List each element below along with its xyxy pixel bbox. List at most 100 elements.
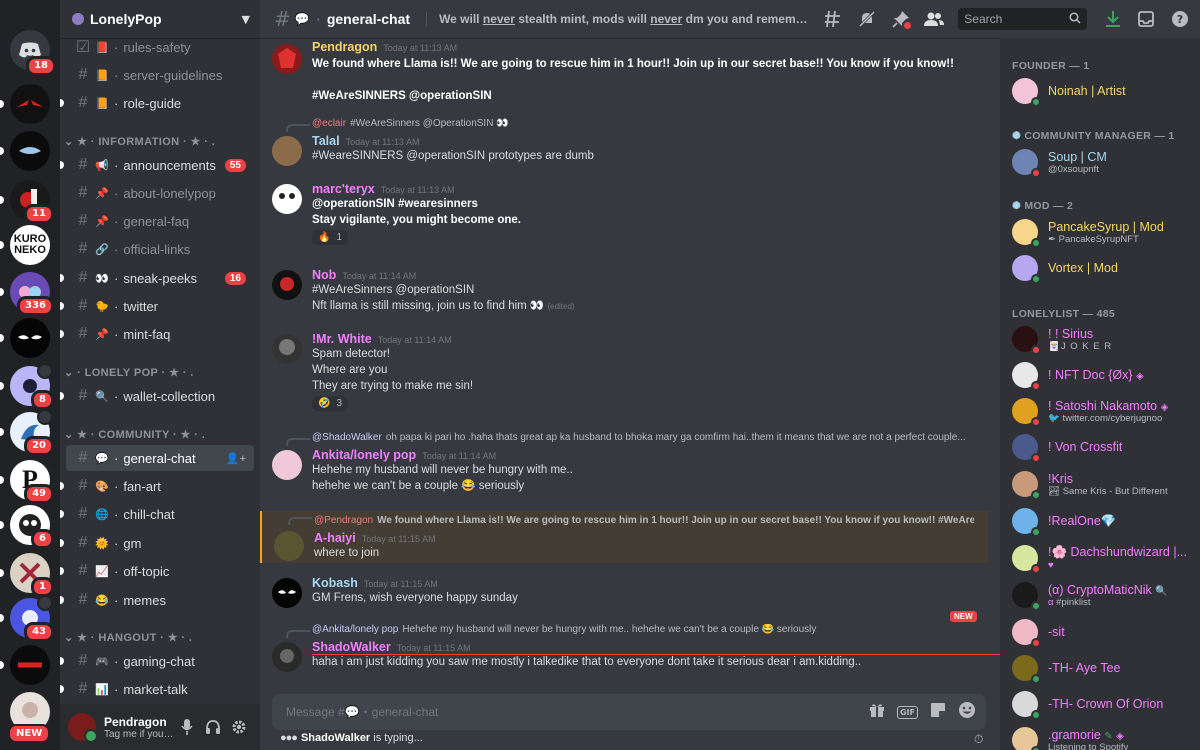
server-icon[interactable]: 43 bbox=[0, 595, 54, 642]
channel-about-lonelypop[interactable]: # 📌 · about-lonelypop bbox=[66, 180, 254, 206]
avatar[interactable] bbox=[274, 531, 304, 561]
avatar[interactable] bbox=[68, 713, 98, 743]
gift-icon[interactable] bbox=[869, 702, 885, 722]
channel-role-guide[interactable]: # 📙 · role-guide bbox=[60, 90, 254, 116]
member-item[interactable]: .gramorie ✎ ◈ Listening to Spotify bbox=[1012, 722, 1192, 750]
server-icon[interactable]: 6 bbox=[0, 505, 54, 549]
search-input[interactable]: Search bbox=[958, 8, 1087, 30]
channel-twitter[interactable]: # 🐤 · twitter bbox=[60, 293, 254, 319]
member-item[interactable]: ! NFT Doc {Øx} ◈ bbox=[1012, 357, 1192, 393]
channel-mint-faq[interactable]: # 📌 · mint-faq bbox=[60, 321, 254, 347]
reply-preview[interactable]: @Ankita/lonely pop Hehehe my husband will… bbox=[312, 624, 972, 635]
member-item[interactable]: Noinah | Artist bbox=[1012, 73, 1192, 109]
member-item[interactable]: ! Von Crossfit bbox=[1012, 429, 1192, 465]
guild-header[interactable]: LonelyPop ▼ bbox=[60, 0, 260, 38]
channel-market-talk[interactable]: # 📊 · market-talk bbox=[60, 676, 254, 702]
channel-gm[interactable]: # 🌞 · gm bbox=[60, 530, 254, 556]
avatar[interactable] bbox=[272, 184, 302, 214]
message-author[interactable]: Nob bbox=[312, 268, 336, 282]
message[interactable]: @Ankita/lonely pop Hehehe my husband will… bbox=[260, 624, 988, 680]
channel-fan-art[interactable]: # 🎨 · fan-art bbox=[60, 473, 254, 499]
avatar[interactable] bbox=[272, 334, 302, 364]
category-lonely-pop[interactable]: ⌄ · LONELY POP · ★ · . bbox=[64, 366, 194, 379]
message[interactable]: @ShadoWalker oh papa ki pari ho .haha tha… bbox=[260, 432, 988, 500]
inbox-icon[interactable] bbox=[1135, 7, 1159, 31]
channel-official-links[interactable]: # 🔗 · official-links bbox=[66, 236, 254, 262]
channel-general-chat[interactable]: # 💬 · general-chat 👤+ bbox=[66, 445, 254, 471]
channel-gaming-chat[interactable]: # 🎮 · gaming-chat bbox=[60, 648, 254, 674]
reaction-button[interactable]: 🔥 1 bbox=[312, 230, 349, 245]
server-icon[interactable] bbox=[0, 84, 50, 124]
reply-preview[interactable]: @Pendragon We found where Llama is!! We a… bbox=[314, 515, 974, 526]
server-icon[interactable]: 8 bbox=[0, 363, 54, 410]
message[interactable]: marc'teryx Today at 11:13 AM @operationSI… bbox=[260, 182, 988, 254]
member-item[interactable]: (α) CryptoMaticNik 🔍 α #pinklist bbox=[1012, 577, 1192, 613]
gear-icon[interactable] bbox=[226, 714, 252, 740]
server-icon[interactable]: 11 bbox=[0, 180, 54, 224]
avatar[interactable] bbox=[272, 136, 302, 166]
reply-preview[interactable]: @eclair #WeAreSinners @OperationSIN 👀 bbox=[312, 118, 972, 129]
message-author[interactable]: Kobash bbox=[312, 576, 358, 590]
member-item[interactable]: -TH- Aye Tee bbox=[1012, 650, 1192, 686]
server-icon[interactable]: 20 bbox=[0, 409, 54, 456]
emoji-icon[interactable] bbox=[958, 701, 976, 723]
sticker-icon[interactable] bbox=[930, 702, 946, 722]
member-item[interactable]: PancakeSyrup | Mod ✒ PancakeSyrupNFT bbox=[1012, 214, 1192, 250]
server-icon[interactable]: P 49 bbox=[0, 460, 54, 504]
pin-icon[interactable] bbox=[889, 7, 913, 31]
category-information[interactable]: ⌄ ★ · INFORMATION · ★ · . bbox=[64, 135, 215, 148]
help-icon[interactable]: ? bbox=[1168, 7, 1192, 31]
member-item[interactable]: Soup | CM @0xsoupnft bbox=[1012, 144, 1192, 180]
member-item[interactable]: !RealOne💎 bbox=[1012, 503, 1192, 539]
server-icon[interactable]: KURO NEKO bbox=[0, 225, 50, 265]
message-author[interactable]: !Mr. White bbox=[312, 332, 372, 346]
message-input[interactable] bbox=[286, 705, 857, 719]
category-hangout[interactable]: ⌄ ★ · HANGOUT · ★ · . bbox=[64, 631, 192, 644]
member-item[interactable]: ! ! Sirius 🃏J O K E R bbox=[1012, 321, 1192, 357]
server-icon[interactable] bbox=[0, 318, 50, 358]
avatar[interactable] bbox=[272, 578, 302, 608]
threads-icon[interactable] bbox=[821, 7, 845, 31]
mute-bell-icon[interactable] bbox=[855, 7, 879, 31]
channel-rules-safety[interactable]: ☑ 📕 · rules-safety bbox=[66, 38, 254, 60]
message-author[interactable]: Talal bbox=[312, 134, 340, 148]
channel-memes[interactable]: # 😂 · memes bbox=[60, 587, 254, 613]
members-icon[interactable] bbox=[923, 7, 947, 31]
channel-announcements[interactable]: # 📢 · announcements 55 bbox=[60, 152, 254, 178]
member-item[interactable]: !🌸 Dachshundwizard |... ♥ bbox=[1012, 540, 1192, 576]
channel-general-faq[interactable]: # 📌 · general-faq bbox=[66, 208, 254, 234]
message[interactable]: Nob Today at 11:14 AM #WeAreSinners @oper… bbox=[260, 268, 988, 318]
message-mention[interactable]: @Pendragon We found where Llama is!! We a… bbox=[260, 511, 988, 563]
home-button[interactable]: 18 bbox=[10, 30, 56, 76]
microphone-icon[interactable] bbox=[174, 714, 200, 740]
download-icon[interactable] bbox=[1101, 7, 1125, 31]
member-item[interactable]: Vortex | Mod bbox=[1012, 250, 1192, 286]
avatar[interactable] bbox=[272, 450, 302, 480]
server-icon[interactable] bbox=[0, 645, 50, 685]
channel-chill-chat[interactable]: # 🌐 · chill-chat bbox=[60, 501, 254, 527]
channel-server-guidelines[interactable]: # 📙 · server-guidelines bbox=[66, 62, 254, 88]
gif-button[interactable]: GIF bbox=[896, 705, 918, 719]
member-item[interactable]: ! Satoshi Nakamoto ◈ 🐦 twitter.com/cyberj… bbox=[1012, 393, 1192, 429]
message[interactable]: @eclair #WeAreSinners @OperationSIN 👀 Tal… bbox=[260, 118, 988, 166]
message-author[interactable]: ShadoWalker bbox=[312, 640, 391, 654]
reaction-button[interactable]: 🤣 3 bbox=[312, 396, 349, 411]
message-author[interactable]: A-haiyi bbox=[314, 531, 356, 545]
new-servers-badge[interactable]: NEW bbox=[8, 724, 51, 743]
avatar[interactable] bbox=[272, 44, 302, 74]
channel-wallet-collection[interactable]: # 🔍 · wallet-collection bbox=[60, 383, 254, 409]
message[interactable]: Kobash Today at 11:15 AM GM Frens, wish e… bbox=[260, 576, 988, 616]
category-community[interactable]: ⌄ ★ · COMMUNITY · ★ · . bbox=[64, 428, 205, 441]
channel-sneak-peeks[interactable]: # 👀 · sneak-peeks 16 bbox=[60, 265, 254, 291]
add-member-icon[interactable]: 👤+ bbox=[226, 452, 246, 465]
message[interactable]: Pendragon Today at 11:13 AM We found wher… bbox=[260, 40, 988, 108]
message[interactable]: !Mr. White Today at 11:14 AM Spam detecto… bbox=[260, 332, 988, 416]
server-icon[interactable]: 336 bbox=[0, 272, 54, 316]
server-icon[interactable]: 1 bbox=[0, 553, 54, 597]
user-info[interactable]: Pendragon Tag me if you h... bbox=[104, 715, 174, 740]
reply-preview[interactable]: @ShadoWalker oh papa ki pari ho .haha tha… bbox=[312, 432, 972, 443]
message-author[interactable]: Ankita/lonely pop bbox=[312, 448, 416, 462]
member-item[interactable]: -sit bbox=[1012, 614, 1192, 650]
headphones-icon[interactable] bbox=[200, 714, 226, 740]
message-author[interactable]: Pendragon bbox=[312, 40, 377, 54]
